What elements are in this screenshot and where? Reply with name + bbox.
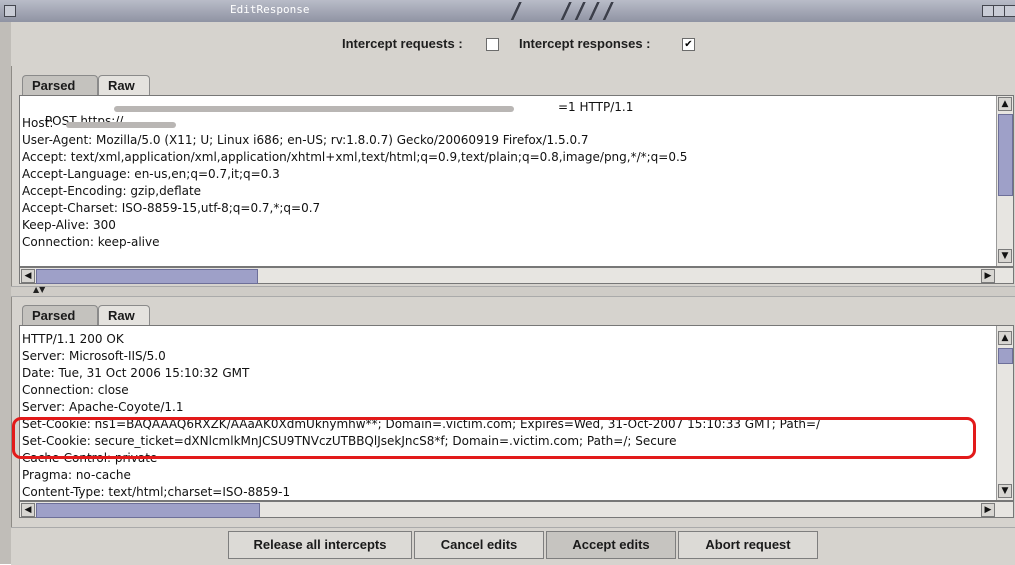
scroll-down-icon[interactable]: ▼ — [998, 484, 1012, 498]
edit-response-window: EditResponse Intercept requests : Interc… — [0, 0, 1015, 565]
accept-edits-button[interactable]: Accept edits — [546, 531, 676, 559]
request-line: Accept-Charset: ISO-8859-15,utf-8;q=0.7,… — [22, 201, 321, 215]
scroll-down-icon[interactable]: ▼ — [998, 249, 1012, 263]
response-horizontal-scrollbar[interactable]: ◀ ▶ — [19, 501, 1014, 518]
response-vscroll-thumb[interactable] — [998, 348, 1013, 364]
redacted-url — [114, 106, 514, 112]
response-tab-parsed[interactable]: Parsed — [22, 305, 98, 325]
scroll-right-icon[interactable]: ▶ — [981, 503, 995, 517]
intercept-responses-label: Intercept responses : — [519, 36, 651, 51]
titlebar-decoration — [510, 2, 524, 20]
abort-request-button[interactable]: Abort request — [678, 531, 818, 559]
scroll-up-icon[interactable]: ▲ — [998, 97, 1012, 111]
response-hscroll-thumb[interactable] — [36, 503, 260, 518]
title-bar[interactable]: EditResponse — [0, 0, 1015, 23]
intercept-requests-label: Intercept requests : — [342, 36, 463, 51]
response-vertical-scrollbar[interactable]: ▲ ▼ — [996, 326, 1013, 500]
redacted-host — [66, 122, 176, 128]
set-cookie-highlight — [12, 417, 976, 459]
request-horizontal-scrollbar[interactable]: ◀ ▶ — [19, 267, 1014, 284]
scroll-up-icon[interactable]: ▲ — [998, 331, 1012, 345]
intercept-options: Intercept requests : Intercept responses… — [11, 22, 1015, 66]
titlebar-decoration — [560, 2, 574, 20]
request-line: User-Agent: Mozilla/5.0 (X11; U; Linux i… — [22, 133, 589, 147]
scroll-left-icon[interactable]: ◀ — [21, 269, 35, 283]
divider-arrows-icon[interactable]: ▲▼ — [33, 285, 45, 294]
response-line: Content-Type: text/html;charset=ISO-8859… — [22, 485, 291, 499]
window-title: EditResponse — [230, 3, 310, 16]
request-vscroll-thumb[interactable] — [998, 114, 1013, 196]
request-line: Connection: keep-alive — [22, 235, 160, 249]
request-tab-raw[interactable]: Raw — [98, 75, 150, 95]
response-line: Server: Microsoft-IIS/5.0 — [22, 349, 166, 363]
titlebar-decoration — [602, 2, 616, 20]
release-all-intercepts-button[interactable]: Release all intercepts — [228, 531, 412, 559]
response-line: Pragma: no-cache — [22, 468, 131, 482]
request-vertical-scrollbar[interactable]: ▲ ▼ — [996, 96, 1013, 266]
request-hscroll-thumb[interactable] — [36, 269, 258, 284]
response-tab-raw[interactable]: Raw — [98, 305, 150, 325]
window-menu-icon[interactable] — [4, 5, 16, 17]
titlebar-decoration — [588, 2, 602, 20]
request-url-suffix: =1 HTTP/1.1 — [558, 100, 634, 114]
request-line: Accept-Encoding: gzip,deflate — [22, 184, 202, 198]
response-line: Date: Tue, 31 Oct 2006 15:10:32 GMT — [22, 366, 250, 380]
request-tab-parsed[interactable]: Parsed — [22, 75, 98, 95]
split-pane-divider[interactable]: ▲▼ — [11, 285, 1015, 297]
close-icon[interactable] — [1004, 5, 1015, 17]
response-line: HTTP/1.1 200 OK — [22, 332, 124, 346]
scroll-right-icon[interactable]: ▶ — [981, 269, 995, 283]
cancel-edits-button[interactable]: Cancel edits — [414, 531, 544, 559]
response-line: Server: Apache-Coyote/1.1 — [22, 400, 184, 414]
response-line: Connection: close — [22, 383, 129, 397]
request-line: Keep-Alive: 300 — [22, 218, 116, 232]
request-line: Host: — [22, 116, 58, 130]
response-text-area[interactable]: HTTP/1.1 200 OK Server: Microsoft-IIS/5.… — [19, 325, 1014, 501]
request-line: Accept: text/xml,application/xml,applica… — [22, 150, 688, 164]
action-button-bar: Release all intercepts Cancel edits Acce… — [11, 527, 1015, 565]
intercept-requests-checkbox[interactable] — [486, 38, 499, 51]
intercept-responses-checkbox[interactable]: ✔ — [682, 38, 695, 51]
titlebar-decoration — [574, 2, 588, 20]
request-text-area[interactable]: POST https:// =1 HTTP/1.1 Host: User-Age… — [19, 95, 1014, 267]
request-line: Accept-Language: en-us,en;q=0.7,it;q=0.3 — [22, 167, 280, 181]
scroll-left-icon[interactable]: ◀ — [21, 503, 35, 517]
